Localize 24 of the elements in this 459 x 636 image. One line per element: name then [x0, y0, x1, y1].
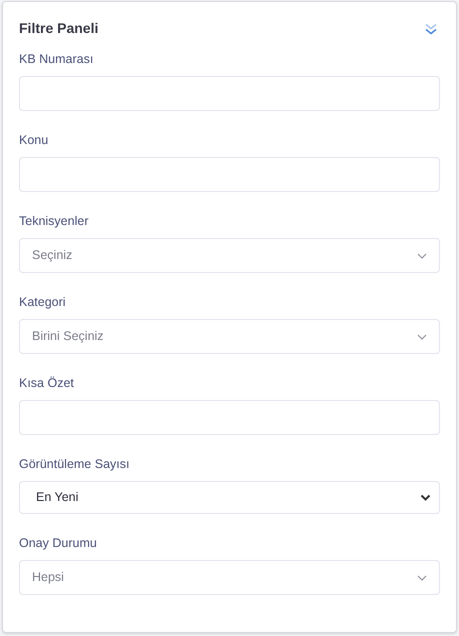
panel-title: Filtre Paneli: [19, 19, 98, 38]
chevron-down-icon: [417, 574, 427, 580]
field-label: Onay Durumu: [19, 535, 98, 552]
select-value: En Yeni: [36, 489, 78, 506]
dropdown-field[interactable]: Birini Seçiniz: [19, 319, 440, 354]
dropdown-field[interactable]: Seçiniz: [19, 238, 440, 273]
dropdown-value: Birini Seçiniz: [32, 328, 104, 346]
field-label: Konu: [19, 132, 50, 149]
double-chevron-down-icon[interactable]: [424, 22, 438, 36]
field-label: Kategori: [19, 294, 67, 311]
select-field[interactable]: En Yeni: [19, 481, 440, 514]
chevron-down-icon: [417, 334, 427, 340]
text-field[interactable]: [19, 157, 440, 192]
field-label: Teknisyenler: [19, 213, 90, 230]
field-label: Kısa Özet: [19, 375, 75, 392]
chevron-down-icon: [417, 252, 427, 258]
chevron-down-icon: [420, 494, 431, 501]
field-label: Görüntüleme Sayısı: [19, 456, 130, 473]
dropdown-value: Hepsi: [32, 569, 64, 586]
text-field[interactable]: [19, 76, 440, 111]
dropdown-field[interactable]: Hepsi: [19, 560, 440, 595]
text-field[interactable]: [19, 400, 440, 435]
field-label: KB Numarası: [19, 51, 94, 68]
dropdown-value: Seçiniz: [32, 247, 72, 264]
